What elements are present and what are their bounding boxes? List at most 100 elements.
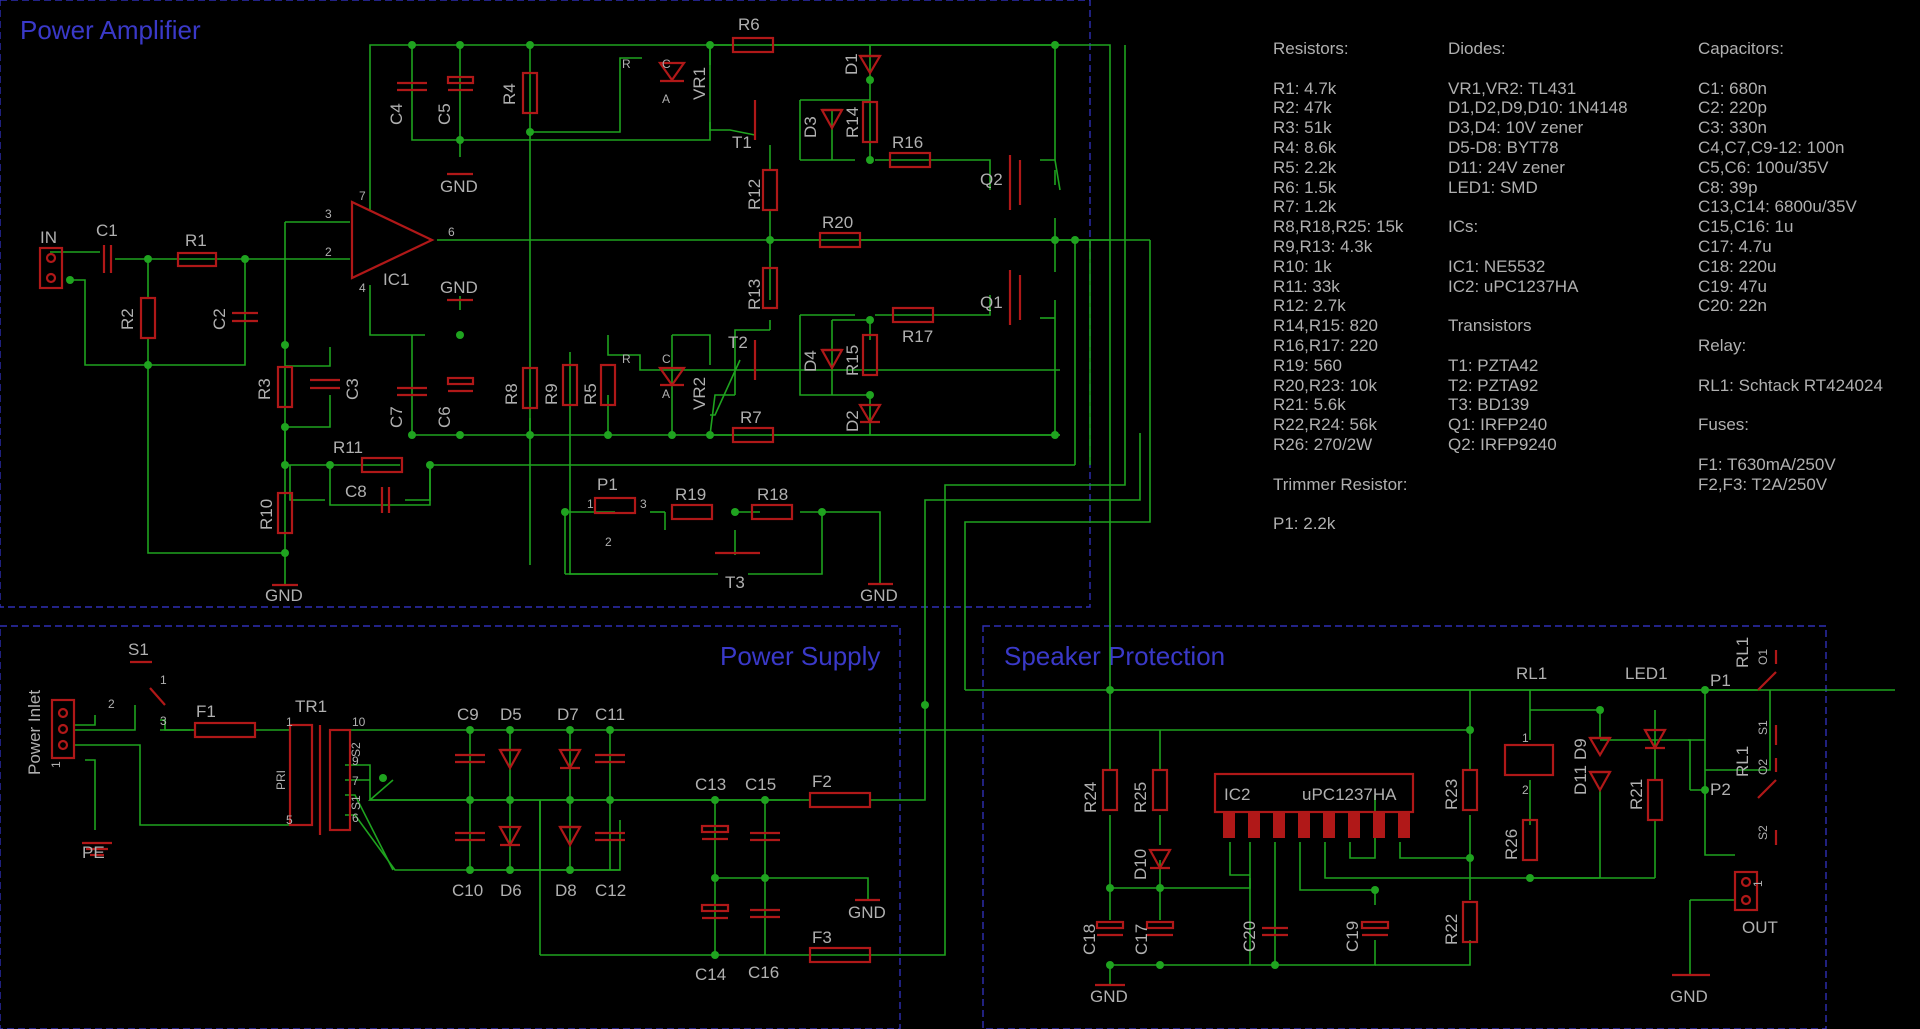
label-led1: LED1 bbox=[1625, 664, 1668, 683]
label-c12: C12 bbox=[595, 881, 626, 900]
label-gnd-2: GND bbox=[440, 177, 478, 196]
svg-text:10: 10 bbox=[352, 715, 366, 729]
bom-resistors-item: R20,R23: 10k bbox=[1273, 375, 1377, 395]
bom-capacitors-item: C13,C14: 6800u/35V bbox=[1698, 197, 1857, 217]
label-f3: F3 bbox=[812, 928, 832, 947]
opamp-ic1 bbox=[350, 200, 435, 280]
label-d7: D7 bbox=[557, 705, 579, 724]
label-r23: R23 bbox=[1442, 779, 1461, 810]
label-r25: R25 bbox=[1131, 782, 1150, 813]
bom-ics-item: IC2: uPC1237HA bbox=[1448, 276, 1579, 296]
resistor-r19 bbox=[670, 503, 714, 521]
label-r22: R22 bbox=[1442, 914, 1461, 945]
bom-fuses-item: F1: T630mA/250V bbox=[1698, 454, 1836, 474]
bom-resistors-item: R22,R24: 56k bbox=[1273, 415, 1377, 435]
svg-text:O1: O1 bbox=[1756, 649, 1770, 665]
svg-text:5: 5 bbox=[286, 813, 293, 827]
bom-capacitors-item: C4,C7,C9-12: 100n bbox=[1698, 137, 1845, 157]
label-r24: R24 bbox=[1081, 782, 1100, 813]
bom-resistors-item: R1: 4.7k bbox=[1273, 78, 1337, 98]
label-t1: T1 bbox=[732, 133, 752, 152]
resistor-r25 bbox=[1151, 768, 1169, 812]
power-amplifier-title: Power Amplifier bbox=[20, 15, 201, 45]
bom-diodes-item: D5-D8: BYT78 bbox=[1448, 137, 1559, 157]
label-d9: D9 bbox=[1571, 738, 1590, 760]
bom-resistors-title: Resistors: bbox=[1273, 39, 1349, 58]
label-out: OUT bbox=[1742, 918, 1778, 937]
svg-text:S2: S2 bbox=[349, 742, 363, 757]
label-r16: R16 bbox=[892, 133, 923, 152]
label-r18: R18 bbox=[757, 485, 788, 504]
bom-resistors-item: R21: 5.6k bbox=[1273, 395, 1346, 415]
bom-resistors-item: R6: 1.5k bbox=[1273, 177, 1337, 197]
bom-relay-list: RL1: Schtack RT424024 bbox=[1698, 376, 1883, 396]
label-d2: D2 bbox=[843, 410, 862, 432]
resistor-r22 bbox=[1461, 900, 1479, 944]
label-gnd-4: GND bbox=[860, 586, 898, 605]
fuse-f2 bbox=[808, 791, 872, 809]
label-r4: R4 bbox=[500, 83, 519, 105]
label-r20: R20 bbox=[822, 213, 853, 232]
label-d6: D6 bbox=[500, 881, 522, 900]
bom-capacitors-item: C2: 220p bbox=[1698, 98, 1767, 118]
bom-capacitors-item: C20: 22n bbox=[1698, 296, 1767, 316]
label-c18: C18 bbox=[1080, 924, 1099, 955]
svg-text:A: A bbox=[662, 387, 670, 401]
label-f1: F1 bbox=[196, 702, 216, 721]
power-supply-title: Power Supply bbox=[720, 641, 880, 671]
label-c19: C19 bbox=[1343, 921, 1362, 952]
svg-text:C: C bbox=[662, 352, 671, 366]
label-s1: S1 bbox=[128, 640, 149, 659]
resistor-r23 bbox=[1461, 768, 1479, 812]
bom-capacitors-item: C17: 4.7u bbox=[1698, 236, 1772, 256]
label-c8: C8 bbox=[345, 482, 367, 501]
power-amplifier-frame bbox=[0, 0, 1091, 608]
label-c16: C16 bbox=[748, 963, 779, 982]
label-r14: R14 bbox=[843, 107, 862, 138]
bom-capacitors: Capacitors: C1: 680n C2: 220p C3: 330n C4,C… bbox=[1698, 39, 1883, 494]
resistor-r15 bbox=[861, 333, 879, 377]
label-r21: R21 bbox=[1627, 779, 1646, 810]
label-r5: R5 bbox=[581, 383, 600, 405]
bom-capacitors-item: C18: 220u bbox=[1698, 256, 1777, 276]
bom-resistors-item: R7: 1.2k bbox=[1273, 197, 1337, 217]
label-c10: C10 bbox=[452, 881, 483, 900]
label-d8: D8 bbox=[555, 881, 577, 900]
bom-capacitors-list: C1: 680n C2: 220p C3: 330n C4,C7,C9-12: 100… bbox=[1698, 79, 1883, 317]
label-r12: R12 bbox=[745, 179, 764, 210]
svg-text:C: C bbox=[662, 57, 671, 71]
label-c4: C4 bbox=[387, 103, 406, 125]
bom-resistors-item: R26: 270/2W bbox=[1273, 434, 1373, 454]
speaker-protection-title: Speaker Protection bbox=[1004, 641, 1225, 671]
label-rl1-contact-1: RL1 bbox=[1733, 637, 1752, 668]
bom-diodes-item: D3,D4: 10V zener bbox=[1448, 118, 1584, 138]
label-r6: R6 bbox=[738, 15, 760, 34]
label-d5: D5 bbox=[500, 705, 522, 724]
label-r17: R17 bbox=[902, 327, 933, 346]
bom-capacitors-item: C3: 330n bbox=[1698, 118, 1767, 138]
resistor-r24 bbox=[1101, 768, 1119, 812]
svg-text:S1: S1 bbox=[349, 795, 363, 810]
label-rl1-coil: RL1 bbox=[1516, 664, 1547, 683]
svg-text:O2: O2 bbox=[1756, 759, 1770, 775]
label-tr1: TR1 bbox=[295, 697, 327, 716]
label-t3: T3 bbox=[725, 573, 745, 592]
svg-text:7: 7 bbox=[359, 189, 366, 203]
bom-trimmer-item: P1: 2.2k bbox=[1273, 514, 1336, 534]
bom-transistors-item: T2: PZTA92 bbox=[1448, 375, 1539, 395]
label-in: IN bbox=[40, 228, 57, 247]
label-r8: R8 bbox=[502, 383, 521, 405]
svg-text:4: 4 bbox=[359, 281, 366, 295]
bom-diodes-item: LED1: SMD bbox=[1448, 177, 1538, 197]
bom-resistors-list: R1: 4.7k R2: 47k R3: 51k R4: 8.6k R5: 2.2k R6… bbox=[1273, 79, 1407, 455]
label-c9: C9 bbox=[457, 705, 479, 724]
protection-parts bbox=[1095, 650, 1778, 987]
label-rl1-contact-2: RL1 bbox=[1733, 746, 1752, 777]
label-c6: C6 bbox=[435, 406, 454, 428]
bom-diodes-item: D11: 24V zener bbox=[1448, 157, 1565, 177]
label-ic1: IC1 bbox=[383, 270, 409, 289]
label-p1: P1 bbox=[597, 475, 618, 494]
label-c17: C17 bbox=[1132, 924, 1151, 955]
svg-text:1: 1 bbox=[160, 673, 167, 687]
svg-text:2: 2 bbox=[605, 535, 612, 549]
